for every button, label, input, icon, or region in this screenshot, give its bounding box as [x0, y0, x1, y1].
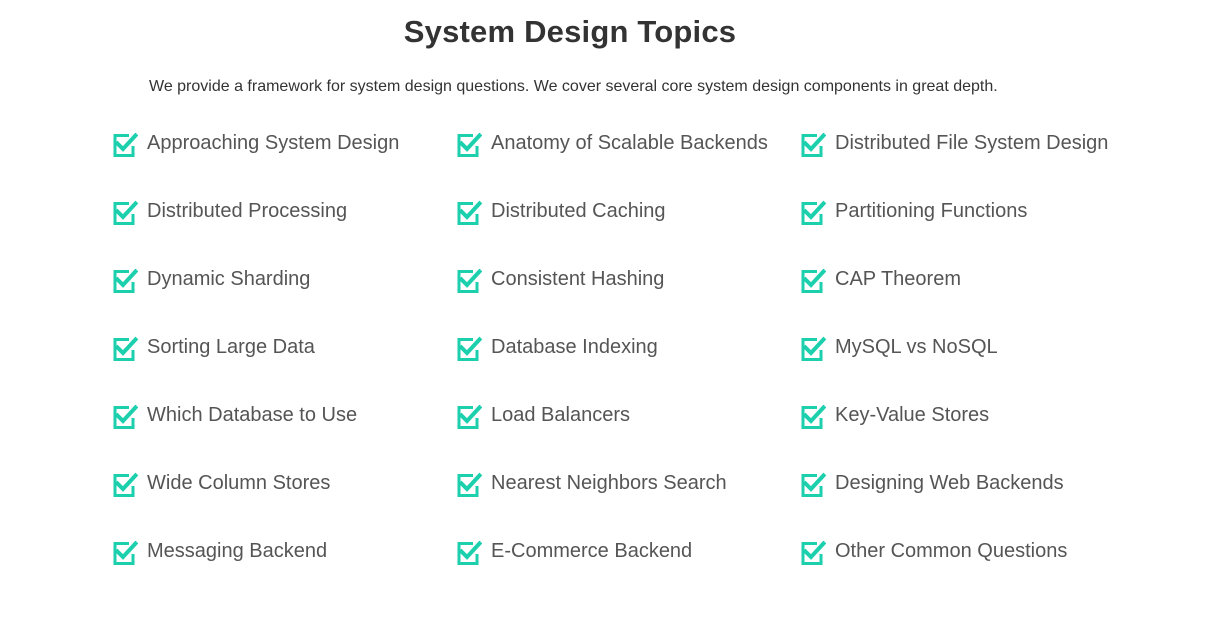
topic-label: Partitioning Functions: [835, 200, 1028, 222]
topic-label: Key-Value Stores: [835, 404, 990, 426]
topic-label: Which Database to Use: [147, 404, 358, 426]
topic-item: Distributed File System Design: [799, 126, 1171, 194]
topic-item: Anatomy of Scalable Backends: [455, 126, 799, 194]
topic-item: MySQL vs NoSQL: [799, 330, 1171, 398]
topic-item: CAP Theorem: [799, 262, 1171, 330]
topic-label: Distributed Caching: [491, 200, 666, 222]
topic-item: Messaging Backend: [111, 534, 455, 602]
topic-item: Load Balancers: [455, 398, 799, 466]
topic-label: Distributed Processing: [147, 200, 348, 222]
topic-item: Other Common Questions: [799, 534, 1171, 602]
topic-label: Messaging Backend: [147, 540, 328, 562]
intro-text: We provide a framework for system design…: [149, 78, 998, 95]
topic-label: MySQL vs NoSQL: [835, 336, 998, 358]
checkbox-checked-icon: [455, 398, 483, 435]
topic-label: Consistent Hashing: [491, 268, 665, 290]
topic-item: Partitioning Functions: [799, 194, 1171, 262]
checkbox-checked-icon: [799, 262, 827, 299]
checkbox-checked-icon: [111, 126, 139, 163]
checkbox-checked-icon: [455, 194, 483, 231]
checkbox-checked-icon: [111, 534, 139, 571]
topic-label: Wide Column Stores: [147, 472, 331, 494]
checkbox-checked-icon: [111, 194, 139, 231]
topic-label: Sorting Large Data: [147, 336, 315, 358]
topic-label: Nearest Neighbors Search: [491, 472, 727, 494]
topic-item: Which Database to Use: [111, 398, 455, 466]
topic-item: Designing Web Backends: [799, 466, 1171, 534]
checkbox-checked-icon: [455, 330, 483, 367]
topic-label: Designing Web Backends: [835, 472, 1064, 494]
checkbox-checked-icon: [799, 194, 827, 231]
topic-grid: Approaching System Design Anatomy of Sca…: [111, 126, 1171, 602]
topic-item: Wide Column Stores: [111, 466, 455, 534]
topic-label: Anatomy of Scalable Backends: [491, 132, 768, 154]
topic-label: Load Balancers: [491, 404, 630, 426]
topic-item: Consistent Hashing: [455, 262, 799, 330]
topic-item: Approaching System Design: [111, 126, 455, 194]
checkbox-checked-icon: [111, 330, 139, 367]
checkbox-checked-icon: [111, 466, 139, 503]
checkbox-checked-icon: [799, 466, 827, 503]
topic-item: Nearest Neighbors Search: [455, 466, 799, 534]
topic-label: Approaching System Design: [147, 132, 400, 154]
topic-item: Database Indexing: [455, 330, 799, 398]
topic-label: CAP Theorem: [835, 268, 961, 290]
checkbox-checked-icon: [799, 398, 827, 435]
topic-label: Other Common Questions: [835, 540, 1068, 562]
checkbox-checked-icon: [799, 126, 827, 163]
checkbox-checked-icon: [111, 262, 139, 299]
topic-item: E-Commerce Backend: [455, 534, 799, 602]
page-title: System Design Topics: [403, 14, 737, 49]
checkbox-checked-icon: [455, 126, 483, 163]
checkbox-checked-icon: [799, 534, 827, 571]
topic-item: Distributed Processing: [111, 194, 455, 262]
topic-label: Distributed File System Design: [835, 132, 1109, 154]
topic-item: Key-Value Stores: [799, 398, 1171, 466]
checkbox-checked-icon: [455, 262, 483, 299]
topic-item: Dynamic Sharding: [111, 262, 455, 330]
topic-label: Database Indexing: [491, 336, 658, 358]
topic-label: Dynamic Sharding: [147, 268, 311, 290]
topic-label: E-Commerce Backend: [491, 540, 693, 562]
topic-item: Sorting Large Data: [111, 330, 455, 398]
checkbox-checked-icon: [455, 534, 483, 571]
checkbox-checked-icon: [799, 330, 827, 367]
checkbox-checked-icon: [455, 466, 483, 503]
topic-item: Distributed Caching: [455, 194, 799, 262]
checkbox-checked-icon: [111, 398, 139, 435]
